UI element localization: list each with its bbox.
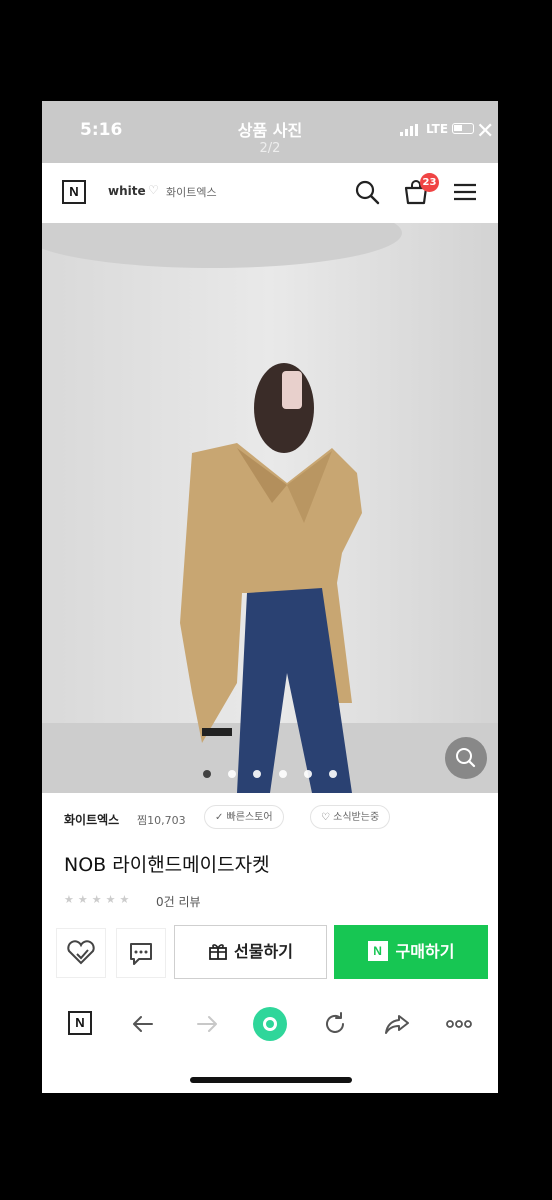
store-divider: ♡ (148, 183, 159, 197)
viewer-page-indicator: 2/2 (259, 141, 281, 156)
subscribe-button[interactable]: ♡ 소식받는중 (310, 805, 391, 829)
heart-icon (67, 940, 95, 965)
carousel-dot[interactable] (303, 770, 312, 778)
store-name-en[interactable]: white (108, 184, 146, 198)
share-icon[interactable] (382, 1009, 412, 1039)
carousel-dot[interactable] (253, 770, 262, 778)
battery-icon (452, 123, 474, 134)
refresh-icon[interactable] (320, 1009, 350, 1039)
zoom-button[interactable] (445, 737, 487, 779)
seller-name[interactable]: 화이트엑스 (64, 811, 119, 828)
signal-icon (400, 124, 418, 136)
zoom-icon (456, 748, 476, 768)
search-icon[interactable] (353, 178, 381, 206)
carousel-dot[interactable] (228, 770, 237, 778)
menu-icon[interactable] (451, 178, 479, 206)
browser-toolbar: N (42, 991, 498, 1057)
back-icon[interactable] (128, 1009, 158, 1039)
home-indicator[interactable] (190, 1077, 352, 1083)
carousel-dot[interactable] (203, 770, 212, 778)
product-image-carousel[interactable] (42, 223, 498, 793)
carousel-dot[interactable] (278, 770, 287, 778)
store-name-kr[interactable]: 화이트엑스 (166, 184, 217, 200)
buy-label: 구매하기 (395, 942, 455, 961)
store-header: N white ♡ 화이트엑스 23 (42, 163, 498, 223)
like-button[interactable] (56, 928, 106, 978)
more-icon[interactable] (444, 1009, 474, 1039)
naver-logo[interactable]: N (62, 180, 86, 204)
product-info: 화이트엑스 찜10,703 ✓ 빠른스토어 ♡ 소식받는중 NOB 라이핸드메이… (42, 793, 498, 918)
gift-label: 선물하기 (234, 942, 293, 961)
forward-icon[interactable] (192, 1009, 222, 1039)
cart-count-badge: 23 (420, 173, 439, 192)
carousel-dots (42, 763, 498, 782)
chat-icon (130, 943, 152, 965)
home-icon[interactable] (252, 1006, 288, 1042)
follower-count: 찜10,703 (137, 814, 186, 827)
status-bar: 5:16 상품 사진 2/2 LTE ✕ (42, 101, 498, 163)
rating-stars: ★★★★★ (64, 893, 134, 906)
close-icon[interactable]: ✕ (476, 119, 494, 144)
review-count[interactable]: 0건 리뷰 (156, 893, 201, 910)
product-photo (42, 223, 498, 793)
chat-button[interactable] (116, 928, 166, 978)
carousel-dot[interactable] (328, 770, 337, 778)
naver-pay-logo: N (367, 940, 388, 961)
gift-icon (209, 943, 227, 960)
buy-button[interactable]: N 구매하기 (334, 925, 488, 979)
gift-button[interactable]: 선물하기 (174, 925, 327, 979)
network-label: LTE (426, 122, 449, 136)
phone-screen: 5:16 상품 사진 2/2 LTE ✕ N white ♡ 화이트엑스 23 (42, 101, 498, 1093)
fast-store-badge: ✓ 빠른스토어 (204, 805, 284, 829)
product-title: NOB 라이핸드메이드자켓 (64, 854, 270, 876)
naver-icon[interactable]: N (68, 1011, 92, 1035)
